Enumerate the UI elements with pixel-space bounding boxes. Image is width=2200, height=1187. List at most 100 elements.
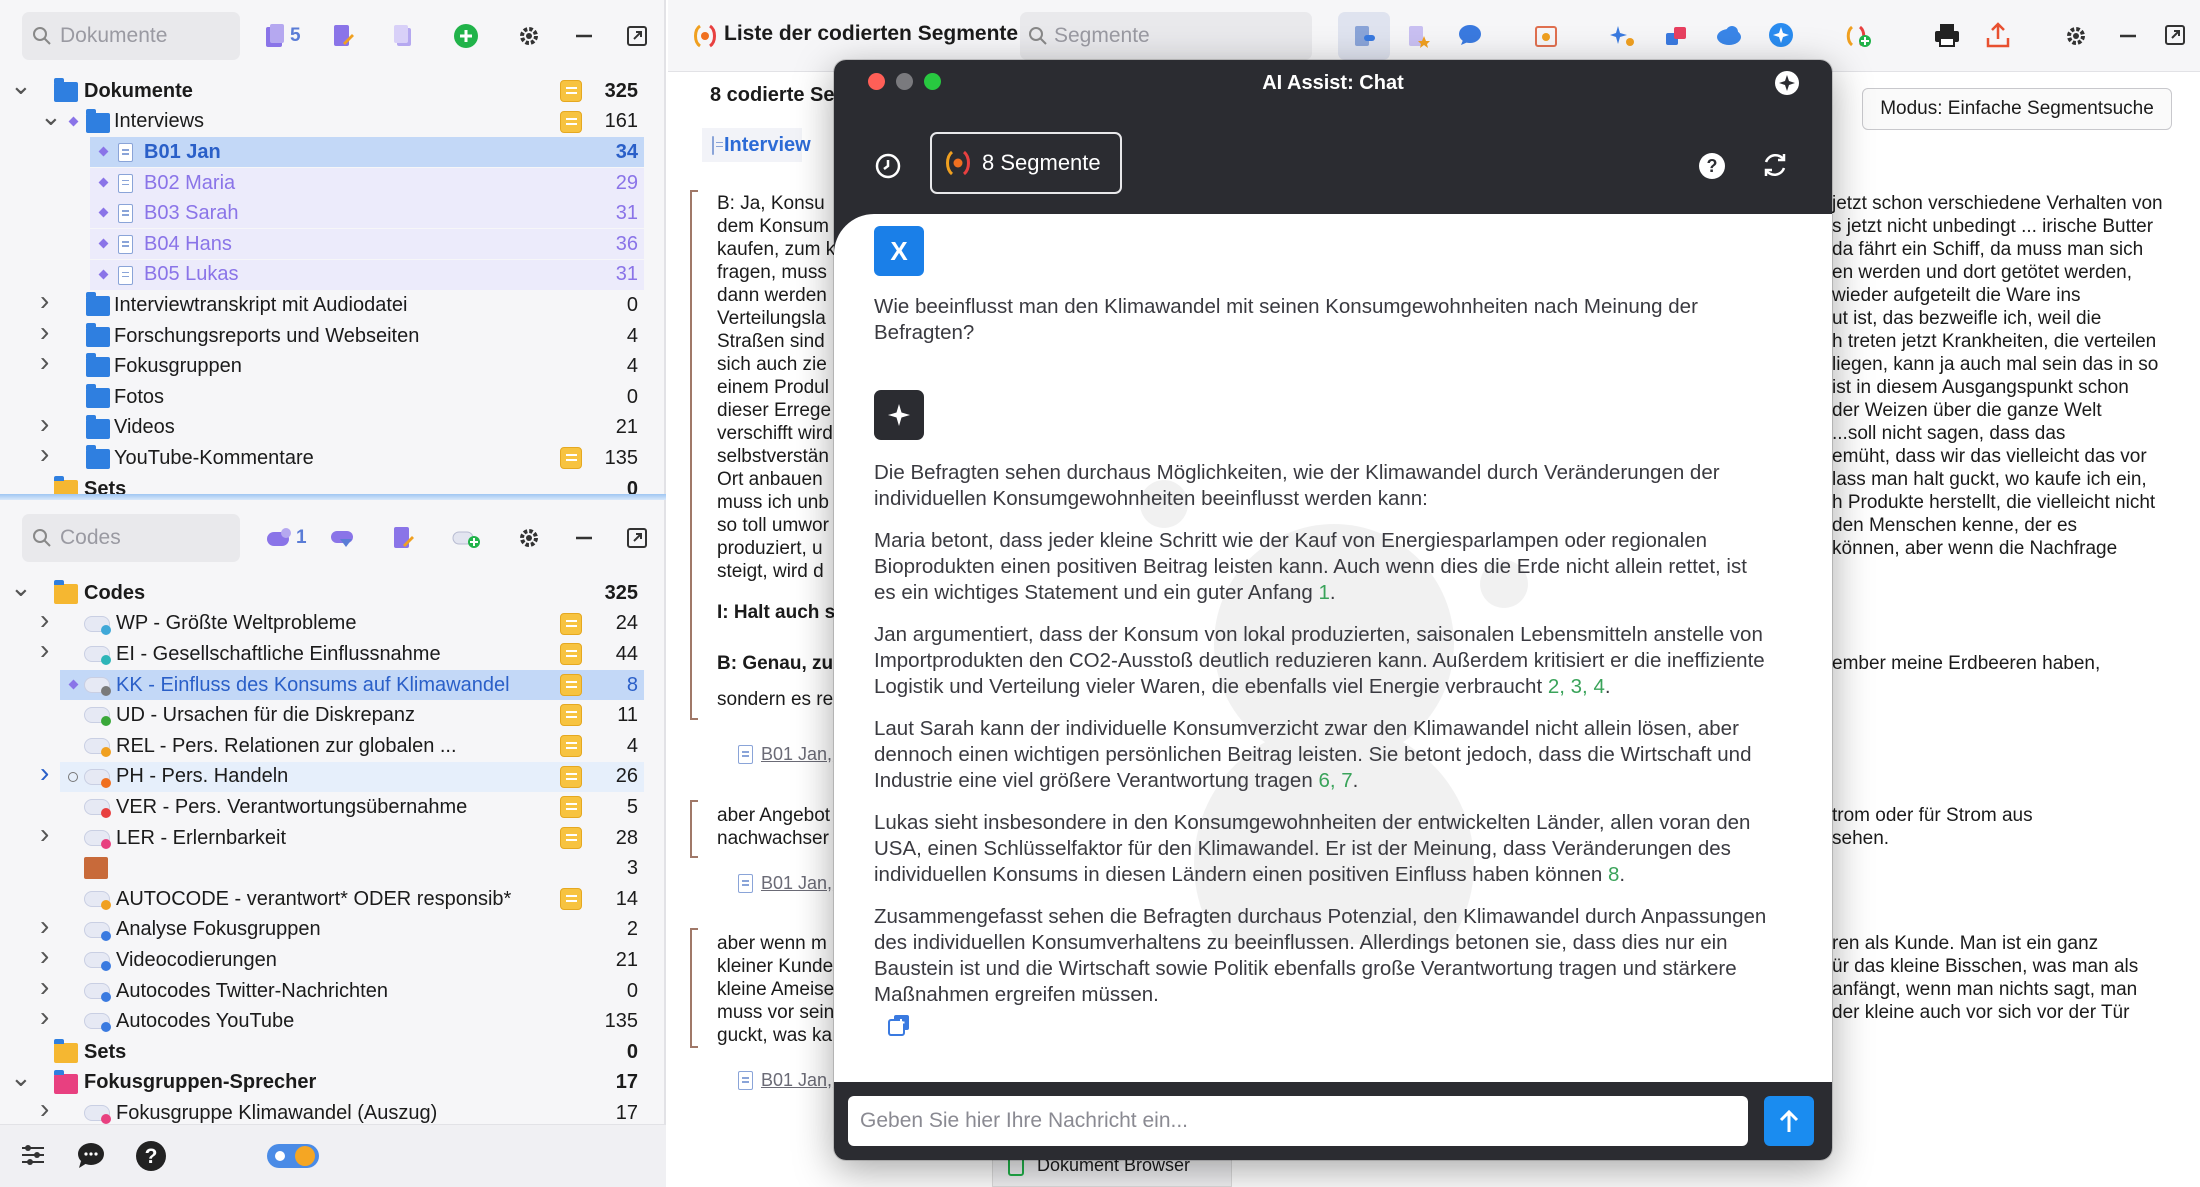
cloud-icon[interactable] (1716, 24, 1742, 46)
codes-minimize-button[interactable] (574, 520, 594, 556)
memo-icon[interactable] (560, 110, 582, 133)
segments-search[interactable]: Segmente (1020, 12, 1312, 60)
documents-minimize-button[interactable] (574, 18, 594, 54)
chevron-right-icon[interactable]: › (40, 440, 54, 468)
code-tree-row[interactable]: › Autocodes YouTube 135 (0, 1003, 666, 1037)
document-tree-row[interactable]: Sets 0 (0, 474, 666, 496)
codes-search[interactable]: Codes (22, 514, 240, 562)
history-icon[interactable] (874, 152, 902, 180)
chevron-right-icon[interactable]: › (40, 636, 54, 664)
code-tree-row[interactable]: REL - Pers. Relationen zur globalen ... 4 (0, 731, 666, 762)
memo-icon[interactable] (560, 80, 582, 102)
code-tree-row[interactable]: › PH - Pers. Handeln 26 (0, 758, 666, 793)
document-tree-row[interactable]: › Interviewtranskript mit Audiodatei 0 (0, 287, 666, 321)
code-tree-row[interactable]: KK - Einfluss des Konsums auf Klimawande… (0, 669, 666, 701)
code-tree-row[interactable]: › WP - Größte Weltprobleme 24 (0, 605, 666, 640)
refresh-icon[interactable] (1760, 150, 1790, 180)
chevron-right-icon[interactable]: › (40, 1095, 54, 1123)
minus-icon[interactable] (2118, 26, 2138, 46)
document-tree-row[interactable]: › Forschungsreports und Webseiten 4 (0, 317, 666, 352)
chevron-right-icon[interactable]: › (40, 409, 54, 437)
segment-reference-link[interactable]: 8 (1608, 863, 1619, 886)
codes-popout-button[interactable] (626, 520, 648, 556)
segments-context-button[interactable]: 8 Segmente (930, 132, 1122, 194)
memo-icon[interactable] (560, 704, 582, 727)
doc-segment-icon[interactable] (1352, 24, 1376, 48)
copy-to-memo-icon[interactable] (888, 1014, 910, 1036)
activation-circle-icon[interactable] (68, 771, 78, 782)
chat-bubble-icon[interactable] (76, 1141, 106, 1169)
code-tree-row[interactable]: Sets 0 (0, 1037, 666, 1068)
segment-reference-link[interactable]: 2, 3, 4 (1548, 675, 1605, 698)
chevron-down-icon[interactable]: ⌄ (40, 103, 62, 129)
segment-reference-link[interactable]: 6, 7 (1318, 769, 1352, 792)
memo-icon[interactable] (560, 447, 582, 470)
comment-icon[interactable] (1458, 24, 1482, 46)
document-tree-row[interactable]: Fotos 0 (0, 382, 666, 413)
documents-popout-button[interactable] (626, 18, 648, 54)
memo-icon[interactable] (560, 735, 582, 757)
chevron-right-icon[interactable]: › (40, 348, 54, 376)
activate-documents-button[interactable]: 5 (264, 18, 301, 54)
code-tree-row[interactable]: ⌄ Fokusgruppen-Sprecher 17 (0, 1064, 666, 1099)
chevron-right-icon[interactable]: › (40, 1003, 54, 1031)
print-icon[interactable] (1934, 22, 1960, 48)
document-tree-row[interactable]: › Fokusgruppen 4 (0, 348, 666, 382)
documents-search[interactable]: Dokumente (22, 12, 240, 60)
source-link[interactable]: B01 Jan, (738, 744, 832, 765)
chevron-right-icon[interactable]: › (40, 605, 54, 633)
document-set-button[interactable] (392, 18, 414, 54)
code-tree-row[interactable]: VER - Pers. Verantwortungsübernahme 5 (0, 792, 666, 823)
add-document-button[interactable] (453, 18, 479, 54)
chevron-right-icon[interactable]: › (40, 942, 54, 970)
code-tree-row[interactable]: AUTOCODE - verantwort* ODER responsib* 14 (0, 884, 666, 915)
memo-icon[interactable] (560, 612, 582, 635)
document-tree-row[interactable]: B05 Lukas 31 (0, 259, 666, 291)
mode-button[interactable]: Modus: Einfache Segmentsuche (1862, 88, 2172, 130)
code-tree-row[interactable]: › Fokusgruppe Klimawandel (Auszug) 17 (0, 1095, 666, 1124)
new-document-button[interactable] (332, 18, 354, 54)
document-tree-row[interactable]: › Videos 21 (0, 409, 666, 444)
gear-icon[interactable] (2064, 24, 2088, 48)
chevron-down-icon[interactable]: ⌄ (10, 1064, 32, 1090)
color-code-icon[interactable] (1664, 24, 1688, 48)
code-tree-row[interactable]: ⌄ Codes 325 (0, 578, 666, 609)
memo-icon[interactable] (560, 643, 582, 666)
chevron-down-icon[interactable]: ⌄ (10, 578, 32, 600)
document-tree-row[interactable]: › YouTube-Kommentare 135 (0, 440, 666, 474)
sparkle-code-icon[interactable] (1610, 24, 1636, 48)
activate-codes-button[interactable]: 1 (266, 520, 307, 556)
segment-reference-link[interactable]: 1 (1318, 581, 1329, 604)
help-icon[interactable]: ? (135, 1140, 167, 1172)
doc-star-icon[interactable] (1406, 24, 1430, 48)
document-tree-row[interactable]: B03 Sarah 31 (0, 198, 666, 229)
codes-settings-button[interactable] (517, 520, 541, 556)
documents-settings-button[interactable] (517, 18, 541, 54)
source-link[interactable]: B01 Jan, (738, 1070, 832, 1091)
export-icon[interactable] (1986, 22, 2010, 48)
sliders-icon[interactable] (20, 1143, 46, 1167)
memo-icon[interactable] (560, 826, 582, 849)
document-tree-row[interactable]: B02 Maria 29 (0, 167, 666, 199)
memo-icon[interactable] (560, 796, 582, 819)
chevron-right-icon[interactable]: › (40, 317, 54, 345)
source-link[interactable]: B01 Jan, (738, 873, 832, 894)
chevron-right-icon[interactable]: › (40, 287, 54, 315)
document-tree-row[interactable]: ⌄ Dokumente 325 (0, 76, 666, 107)
document-group-header[interactable]: Interview (702, 128, 811, 162)
help-icon[interactable]: ? (1698, 152, 1726, 180)
code-tree-row[interactable]: › EI - Gesellschaftliche Einflussnahme 44 (0, 636, 666, 670)
code-tree-row[interactable]: › LER - Erlernbarkeit 28 (0, 819, 666, 854)
message-input[interactable]: Geben Sie hier Ihre Nachricht ein... (848, 1096, 1748, 1146)
memo-icon[interactable] (560, 888, 582, 910)
ai-badge-icon[interactable] (1774, 70, 1800, 96)
popout-icon[interactable] (2164, 24, 2186, 46)
send-button[interactable] (1764, 1096, 1814, 1146)
chevron-right-icon[interactable]: › (40, 819, 54, 847)
code-tree-row[interactable]: › Videocodierungen 21 (0, 942, 666, 976)
code-tree-row[interactable]: › Analyse Fokusgruppen 2 (0, 911, 666, 946)
calendar-icon[interactable] (1534, 24, 1558, 48)
chevron-right-icon[interactable]: › (40, 972, 54, 1000)
code-document-button[interactable] (392, 520, 414, 556)
memo-icon[interactable] (560, 673, 582, 696)
